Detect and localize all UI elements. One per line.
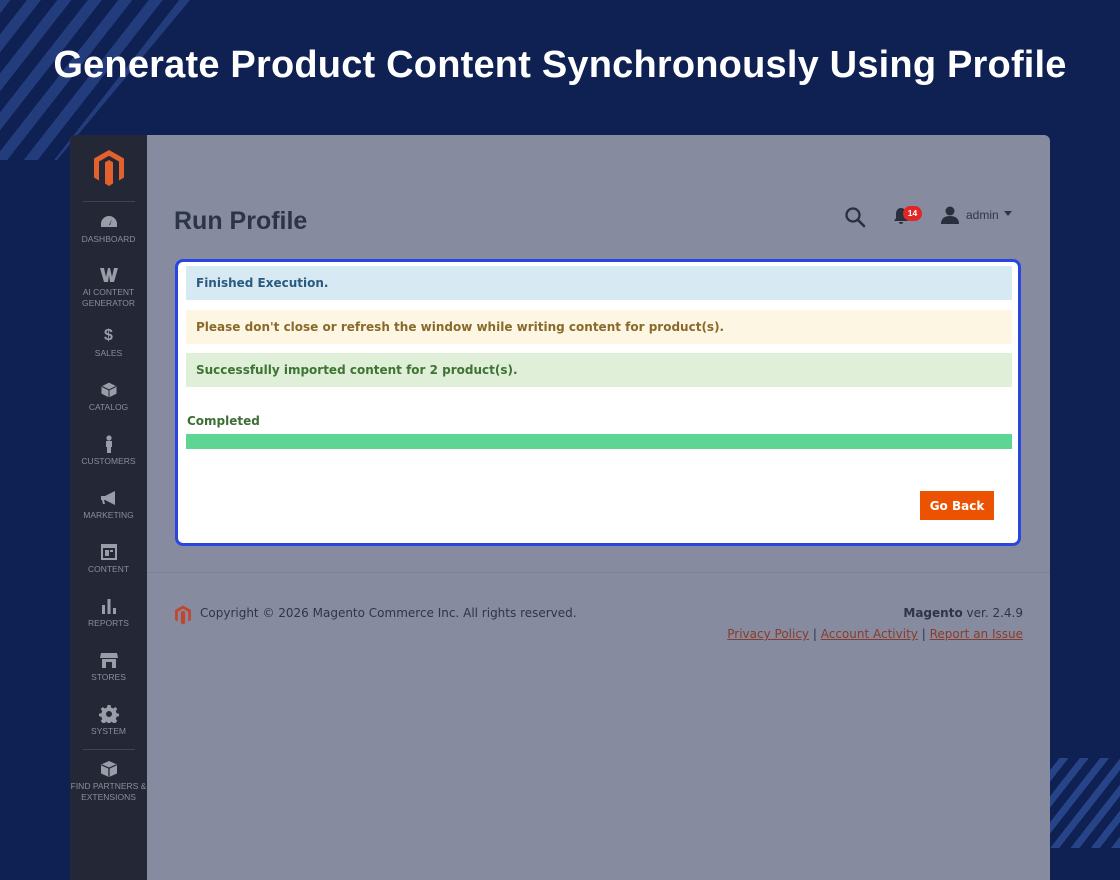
layout-icon <box>100 544 117 560</box>
sidebar-item-label: MARKETING <box>83 510 134 520</box>
admin-sidebar: DASHBOARD AI CONTENT GENERATOR $ SALES C… <box>70 135 147 880</box>
copyright-text: Copyright © 2026 Magento Commerce Inc. A… <box>200 606 577 620</box>
cube-icon <box>100 761 117 777</box>
sidebar-item-label: SYSTEM <box>91 726 126 736</box>
chevron-down-icon[interactable] <box>1004 211 1012 216</box>
info-message: Finished Execution. <box>186 266 1012 300</box>
search-icon[interactable] <box>844 206 866 228</box>
sidebar-item-ai-content-generator[interactable]: AI CONTENT GENERATOR <box>70 266 147 309</box>
progress-bar <box>186 434 1012 449</box>
gear-icon <box>98 705 119 723</box>
notification-count-badge[interactable]: 14 <box>903 206 922 221</box>
sidebar-item-label: REPORTS <box>88 618 129 628</box>
progress-bar-fill <box>186 434 1012 449</box>
sidebar-item-label: CONTENT <box>87 564 130 574</box>
user-icon[interactable] <box>940 206 960 224</box>
storefront-icon <box>99 653 118 668</box>
megaphone-icon <box>100 491 115 505</box>
sidebar-divider <box>83 749 135 750</box>
progress-status-label: Completed <box>187 414 260 428</box>
account-activity-link[interactable]: Account Activity <box>821 627 918 641</box>
success-message: Successfully imported content for 2 prod… <box>186 353 1012 387</box>
sidebar-item-stores[interactable]: STORES <box>70 651 147 683</box>
go-back-button[interactable]: Go Back <box>920 491 994 520</box>
decorative-stripes-bottom-right <box>1040 758 1120 848</box>
sidebar-item-find-partners[interactable]: FIND PARTNERS & EXTENSIONS <box>70 760 147 803</box>
sidebar-item-content[interactable]: CONTENT <box>70 543 147 575</box>
sidebar-item-marketing[interactable]: MARKETING <box>70 489 147 521</box>
footer-divider <box>147 572 1050 573</box>
sidebar-item-label: STORES <box>91 672 126 682</box>
sidebar-item-catalog[interactable]: CATALOG <box>70 381 147 413</box>
admin-window: DASHBOARD AI CONTENT GENERATOR $ SALES C… <box>70 135 1050 880</box>
sidebar-item-reports[interactable]: REPORTS <box>70 597 147 629</box>
sidebar-item-customers[interactable]: CUSTOMERS <box>70 435 147 467</box>
bar-chart-icon <box>101 599 116 614</box>
sidebar-item-sales[interactable]: $ SALES <box>70 327 147 359</box>
sidebar-item-label: AI CONTENT GENERATOR <box>81 287 136 308</box>
sidebar-item-label: DASHBOARD <box>81 234 136 244</box>
brand-name: Magento <box>903 606 963 620</box>
page-title: Run Profile <box>174 207 308 235</box>
footer-links: Privacy Policy | Account Activity | Repo… <box>727 627 1023 641</box>
user-name[interactable]: admin <box>966 208 999 222</box>
ai-content-icon <box>99 268 118 282</box>
box-icon <box>100 381 117 399</box>
dashboard-icon <box>100 216 117 227</box>
report-issue-link[interactable]: Report an Issue <box>930 627 1023 641</box>
dollar-icon: $ <box>104 327 113 344</box>
sidebar-item-system[interactable]: SYSTEM <box>70 705 147 737</box>
sidebar-divider <box>83 201 135 202</box>
sidebar-item-label: CATALOG <box>88 402 129 412</box>
magento-logo-icon <box>175 605 191 625</box>
sidebar-item-label: CUSTOMERS <box>81 456 136 466</box>
version-number: ver. 2.4.9 <box>966 606 1023 620</box>
person-icon <box>105 435 112 453</box>
version-info: Magento ver. 2.4.9 <box>903 606 1023 620</box>
link-separator: | <box>812 627 817 641</box>
hero-title: Generate Product Content Synchronously U… <box>53 44 1067 86</box>
main-content: Run Profile 14 admin Finished Execution.… <box>147 135 1050 880</box>
link-separator: | <box>921 627 926 641</box>
sidebar-item-label: FIND PARTNERS & EXTENSIONS <box>70 781 147 802</box>
magento-logo-icon[interactable] <box>92 149 126 187</box>
privacy-policy-link[interactable]: Privacy Policy <box>727 627 809 641</box>
run-profile-panel: Finished Execution. Please don't close o… <box>175 259 1021 546</box>
sidebar-item-label: SALES <box>94 348 123 358</box>
warning-message: Please don't close or refresh the window… <box>186 310 1012 344</box>
sidebar-item-dashboard[interactable]: DASHBOARD <box>70 213 147 245</box>
